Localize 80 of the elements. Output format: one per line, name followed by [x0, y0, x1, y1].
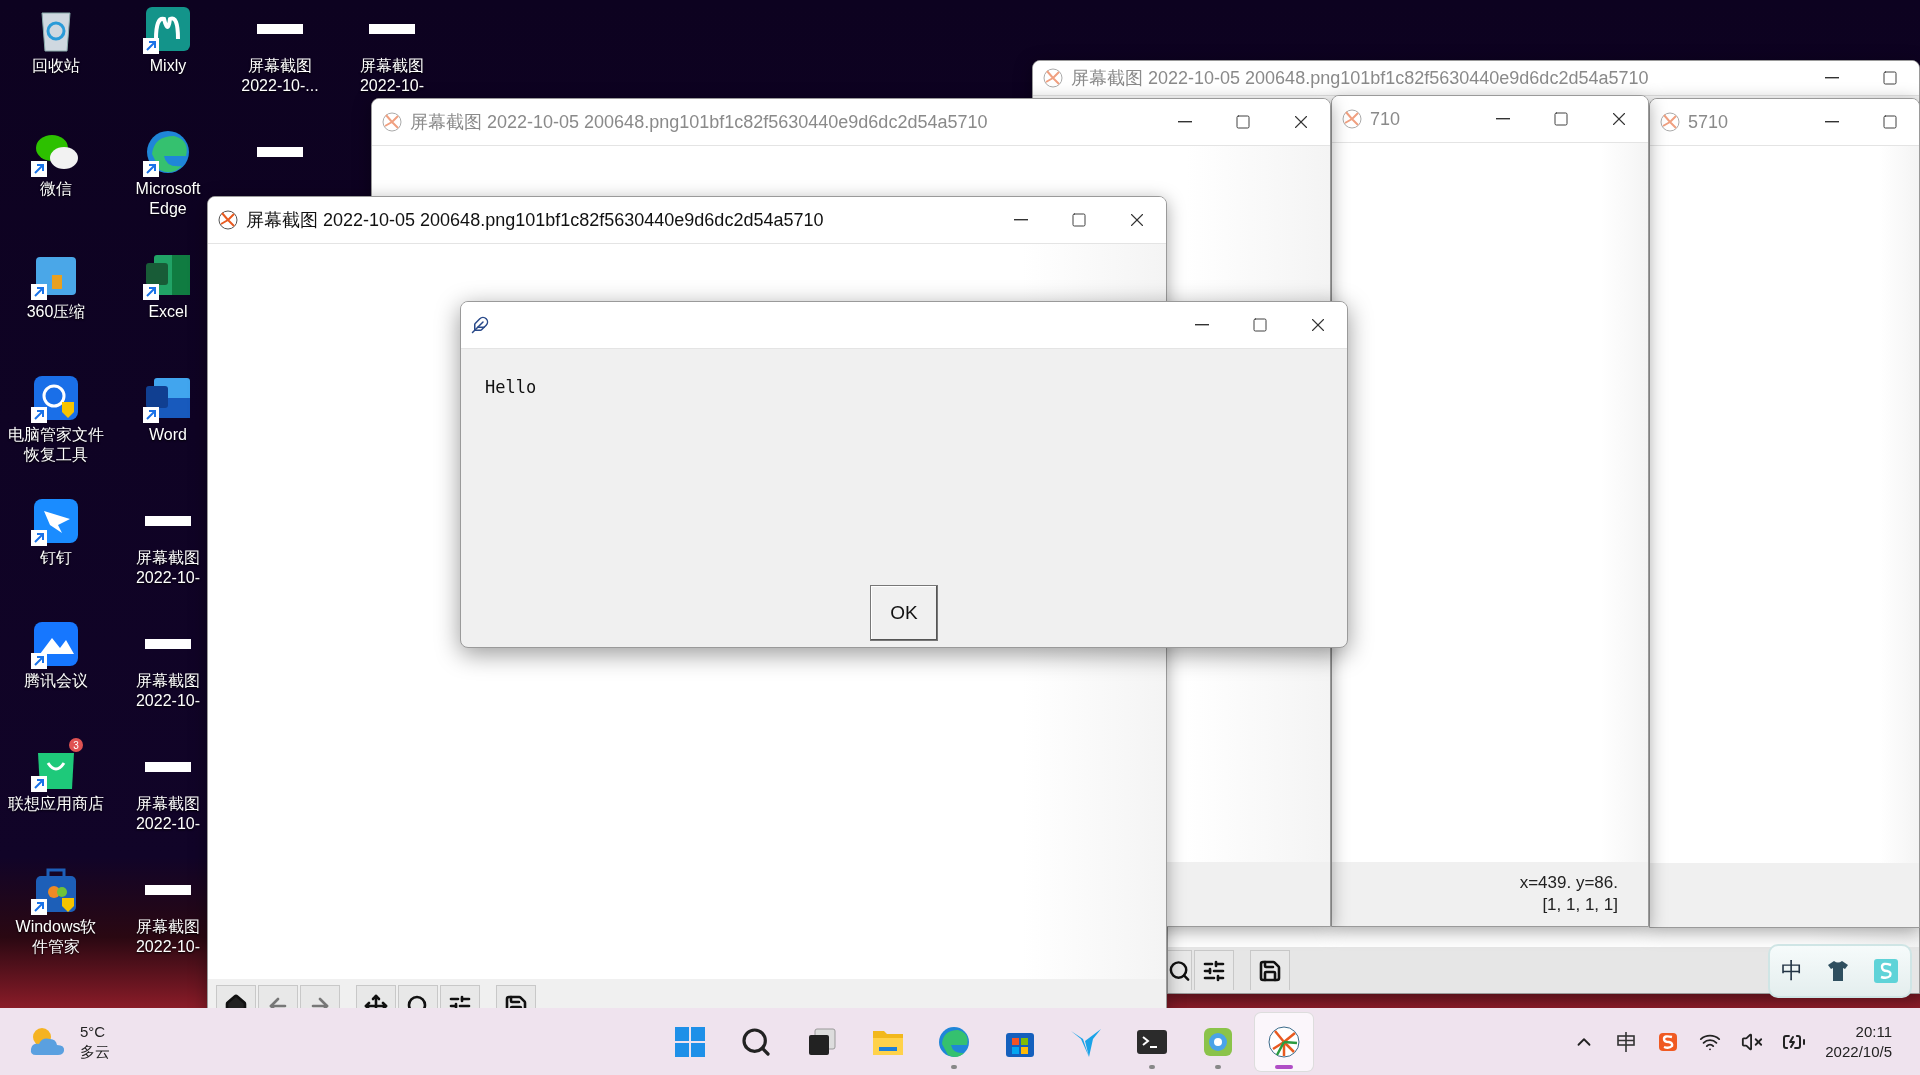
maximize-icon [1882, 70, 1898, 86]
configure-button[interactable] [1194, 950, 1234, 990]
wing-icon [32, 497, 80, 545]
minimize-icon [1825, 77, 1839, 79]
screenshot-thumbnail-icon [145, 885, 191, 895]
desktop-icon-label[interactable]: 屏幕截图 2022-10- [135, 794, 200, 834]
screenshot-thumbnail-icon [145, 516, 191, 526]
desktop-icon-label[interactable]: Word [149, 425, 187, 445]
desktop-icon-label[interactable]: 屏幕截图 2022-10-... [241, 56, 319, 96]
shortcut-arrow-icon [31, 530, 47, 546]
sogou-logo-icon[interactable] [1872, 958, 1899, 984]
minimize-icon [1195, 324, 1209, 326]
shortcut-arrow-icon [143, 407, 159, 423]
window-title: 屏幕截图 2022-10-05 200648.png101bf1c82f5630440e9d6dc2d54a5710 [246, 209, 824, 232]
clock-date[interactable]: 2022/10/5 [1825, 1041, 1892, 1062]
dialog-message: Hello [485, 377, 538, 397]
magnifier-icon [1168, 958, 1191, 983]
shortcut-arrow-icon [31, 284, 47, 300]
desktop-icon-label[interactable]: 微信 [40, 179, 72, 199]
temperature: 5°C [80, 1021, 107, 1042]
sliders-icon [1202, 958, 1226, 983]
screenshot-thumbnail-icon [257, 24, 303, 34]
edge-icon [144, 128, 192, 176]
maximize-icon [1071, 212, 1087, 228]
desktop-icon-label[interactable]: 回收站 [32, 56, 80, 76]
shortcut-arrow-icon [31, 161, 47, 177]
input-mode-toggle[interactable]: 中 [1781, 956, 1804, 986]
desktop-icon-label[interactable]: Microsoft Edge [135, 179, 201, 219]
mountain-icon [32, 620, 80, 668]
search-icon [740, 1025, 772, 1058]
mixly-logo-icon [144, 5, 192, 53]
shortcut-arrow-icon [31, 899, 47, 915]
cursor-readout: [1, 1, 1, 1] [1542, 894, 1618, 916]
windows-logo-icon [673, 1024, 707, 1059]
maximize-icon [1882, 114, 1898, 130]
desktop-icon-label[interactable]: 360压缩 [26, 302, 86, 322]
desktop-icon-label[interactable]: 腾讯会议 [24, 671, 88, 691]
desktop-icon-label[interactable]: 钉钉 [40, 548, 72, 568]
shortcut-arrow-icon [143, 38, 159, 54]
minimize-icon [1014, 219, 1028, 221]
maximize-icon [1235, 114, 1251, 130]
maximize-icon [1553, 111, 1569, 127]
shortcut-arrow-icon [31, 653, 47, 669]
minimize-icon [1825, 121, 1839, 123]
desktop-icon-label[interactable]: Excel [148, 302, 188, 322]
save-button[interactable] [1250, 950, 1290, 990]
screenshot-thumbnail-icon [369, 24, 415, 34]
desktop-icon-label[interactable]: 屏幕截图 2022-10- [135, 917, 200, 957]
keyboard-layout-icon [1617, 1030, 1636, 1053]
cursor-readout: x=439. y=86. [1519, 872, 1618, 894]
screenshot-thumbnail-icon [257, 147, 303, 157]
window-title: 710 [1370, 108, 1401, 130]
minimize-icon [1178, 121, 1192, 123]
screenshot-thumbnail-icon [145, 639, 191, 649]
edge-icon [937, 1024, 971, 1059]
weather-condition: 多云 [80, 1041, 110, 1062]
minimize-icon [1496, 118, 1510, 120]
desktop-icon-label[interactable]: 屏幕截图 2022-10- [359, 56, 424, 96]
shortcut-arrow-icon [31, 776, 47, 792]
shortcut-arrow-icon [143, 284, 159, 300]
window-title: 屏幕截图 2022-10-05 200648.png101bf1c82f5630440e9d6dc2d54a5710 [410, 111, 988, 134]
desktop-icon-label[interactable]: Mixly [149, 56, 187, 76]
zoom-button[interactable] [1168, 950, 1192, 990]
shield-clock-icon [32, 374, 80, 422]
desktop-icon-label[interactable]: Windows软 件管家 [15, 917, 97, 957]
screenshot-thumbnail-icon [145, 762, 191, 772]
ok-button[interactable]: OK [870, 585, 938, 641]
feather-icon [471, 316, 489, 334]
desktop-icon-label[interactable]: 屏幕截图 2022-10- [135, 671, 200, 711]
shirt-icon[interactable] [1826, 960, 1850, 982]
desktop-icon-label[interactable]: 电脑管家文件 恢复工具 [8, 425, 104, 465]
clock-time[interactable]: 20:11 [1855, 1021, 1892, 1042]
desktop-icon-label[interactable]: 联想应用商店 [8, 794, 104, 814]
notification-badge: 3 [69, 738, 83, 752]
shortcut-arrow-icon [143, 161, 159, 177]
maximize-icon [1252, 317, 1268, 333]
window-title: 5710 [1688, 111, 1729, 133]
window-title: 屏幕截图 2022-10-05 200648.png101bf1c82f5630440e9d6dc2d54a5710 [1071, 67, 1649, 90]
desktop-icon-label[interactable]: 屏幕截图 2022-10- [135, 548, 200, 588]
shortcut-arrow-icon [31, 407, 47, 423]
